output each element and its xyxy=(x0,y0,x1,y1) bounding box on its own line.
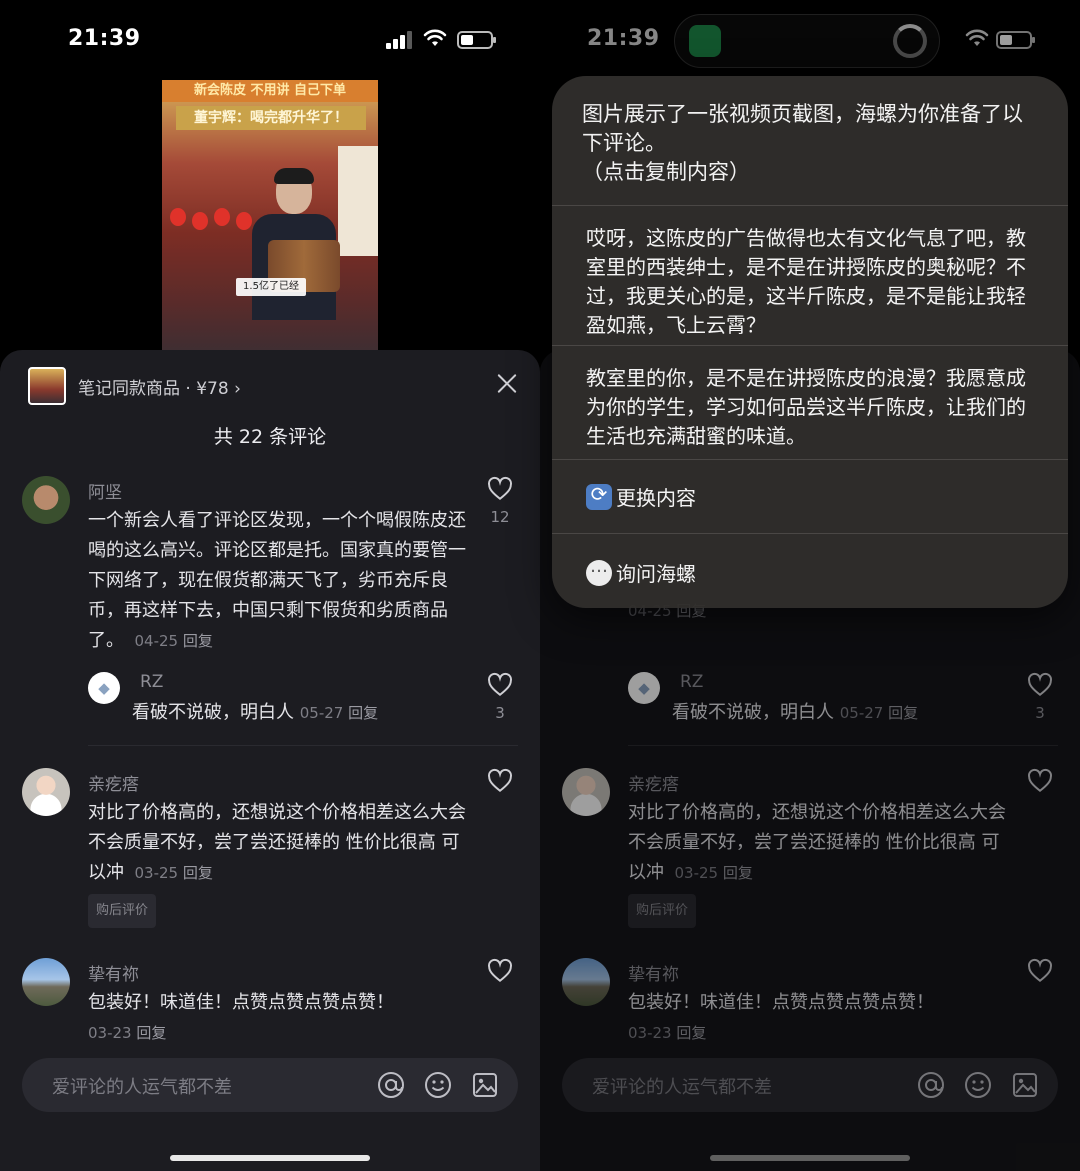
status-bar: 21:39 xyxy=(0,0,540,80)
product-thumbnail xyxy=(28,367,66,405)
video-thumbnail[interactable]: 新会陈皮 不用讲 自己下单 董宇辉：喝完都升华了！ 1.5亿了已经 xyxy=(162,80,378,358)
avatar[interactable] xyxy=(22,958,70,1006)
chat-bubble-icon xyxy=(586,556,612,586)
suggested-comment[interactable]: 哎呀，这陈皮的广告做得也太有文化气息了吧，教室里的西装绅士，是不是在讲授陈皮的奥… xyxy=(586,224,1042,340)
like-count: 12 xyxy=(490,508,510,526)
like-count: 3 xyxy=(495,704,505,722)
popup-header[interactable]: 图片展示了一张视频页截图，海螺为你准备了以下评论。 （点击复制内容） xyxy=(552,76,1068,206)
ask-hailuo-button[interactable]: 询问海螺 xyxy=(586,556,696,587)
reply-author[interactable]: RZ xyxy=(140,672,163,692)
reply-item: RZ 看破不说破，明白人 05-27 回复 3 xyxy=(88,672,518,732)
heart-icon xyxy=(488,958,512,982)
comment-input[interactable]: 爱评论的人运气都不差 xyxy=(22,1058,518,1112)
avatar[interactable] xyxy=(22,476,70,524)
like-button[interactable]: 3 xyxy=(482,672,518,722)
ask-label: 询问海螺 xyxy=(616,562,696,586)
reply-button[interactable]: 回复 xyxy=(183,632,213,650)
status-time: 21:39 xyxy=(68,26,141,51)
like-button[interactable] xyxy=(482,768,518,794)
comment-author[interactable]: 亲疙瘩 xyxy=(88,770,139,795)
lantern-decoration xyxy=(192,212,208,230)
comment-item: 挚有祢 包装好！味道佳！点赞点赞点赞点赞！ 03-23 回复 xyxy=(22,958,518,1048)
divider xyxy=(552,345,1068,346)
home-indicator xyxy=(170,1155,370,1161)
product-label: 笔记同款商品 · ¥78 › xyxy=(78,378,241,399)
lantern-decoration xyxy=(236,212,252,230)
comment-sheet: 笔记同款商品 · ¥78 › 共 22 条评论 阿坚 一个新会人看了评论区发现，… xyxy=(0,350,540,1171)
comment-text: 对比了价格高的，还想说这个价格相差这么大会不会质量不好，尝了尝还挺棒的 性价比很… xyxy=(88,798,468,928)
reply-button[interactable]: 回复 xyxy=(136,1024,166,1042)
wifi-icon xyxy=(423,29,447,46)
video-title: 董宇辉：喝完都升华了！ xyxy=(176,106,366,130)
divider xyxy=(552,459,1068,460)
purchase-review-badge: 购后评价 xyxy=(88,894,157,928)
comment-text: 包装好！味道佳！点赞点赞点赞点赞！ 03-23 回复 xyxy=(88,992,394,1042)
comment-item: 阿坚 一个新会人看了评论区发现，一个个喝假陈皮还喝的这么高兴。评论区都是托。国家… xyxy=(22,476,518,676)
image-icon[interactable] xyxy=(470,1070,500,1100)
ai-comment-popup: 图片展示了一张视频页截图，海螺为你准备了以下评论。 （点击复制内容） 哎呀，这陈… xyxy=(552,76,1068,608)
reply-button[interactable]: 回复 xyxy=(348,704,378,722)
suggested-comment[interactable]: 教室里的你，是不是在讲授陈皮的浪漫？我愿意成为你的学生，学习如何品尝这半斤陈皮，… xyxy=(586,364,1042,451)
comment-author[interactable]: 挚有祢 xyxy=(88,960,139,985)
heart-icon xyxy=(488,476,512,500)
lantern-decoration xyxy=(170,208,186,226)
comment-date: 03-23 xyxy=(88,1024,132,1042)
comment-input-placeholder: 爱评论的人运气都不差 xyxy=(52,1077,232,1098)
cellular-signal-icon xyxy=(386,31,414,49)
reply-button[interactable]: 回复 xyxy=(183,864,213,882)
reply-text: 看破不说破，明白人 05-27 回复 xyxy=(132,702,379,723)
left-screen: 21:39 新会陈皮 不用讲 自己下单 董宇辉：喝完都升华了！ 1.5亿了已经 … xyxy=(0,0,540,1171)
avatar[interactable] xyxy=(22,768,70,816)
heart-icon xyxy=(488,672,512,696)
comment-date: 04-25 xyxy=(134,632,179,650)
emoji-icon[interactable] xyxy=(423,1070,453,1100)
battery-icon xyxy=(457,31,496,49)
reply-date: 05-27 xyxy=(299,704,344,722)
calligraphy-board xyxy=(338,146,378,256)
video-caption: 1.5亿了已经 xyxy=(236,278,306,296)
diamond-avatar-icon[interactable] xyxy=(88,672,120,704)
video-banner: 新会陈皮 不用讲 自己下单 xyxy=(162,80,378,102)
comment-date: 03-25 xyxy=(134,864,179,882)
divider xyxy=(552,533,1068,534)
like-button[interactable] xyxy=(482,958,518,984)
close-icon[interactable] xyxy=(496,372,518,394)
comment-text: 一个新会人看了评论区发现，一个个喝假陈皮还喝的这么高兴。评论区都是托。国家真的要… xyxy=(88,510,466,651)
at-mention-icon[interactable] xyxy=(376,1070,406,1100)
heart-icon xyxy=(488,768,512,792)
refresh-label: 更换内容 xyxy=(616,486,696,510)
divider xyxy=(88,745,518,746)
refresh-content-button[interactable]: 更换内容 xyxy=(586,482,696,511)
refresh-icon xyxy=(586,482,612,510)
like-button[interactable]: 12 xyxy=(482,476,518,526)
comment-author[interactable]: 阿坚 xyxy=(88,478,122,503)
lantern-decoration xyxy=(214,208,230,226)
product-link[interactable]: 笔记同款商品 · ¥78 › xyxy=(28,367,241,405)
comment-item: 亲疙瘩 对比了价格高的，还想说这个价格相差这么大会不会质量不好，尝了尝还挺棒的 … xyxy=(22,768,518,928)
comment-count: 共 22 条评论 xyxy=(213,426,327,448)
divider xyxy=(552,205,1068,206)
